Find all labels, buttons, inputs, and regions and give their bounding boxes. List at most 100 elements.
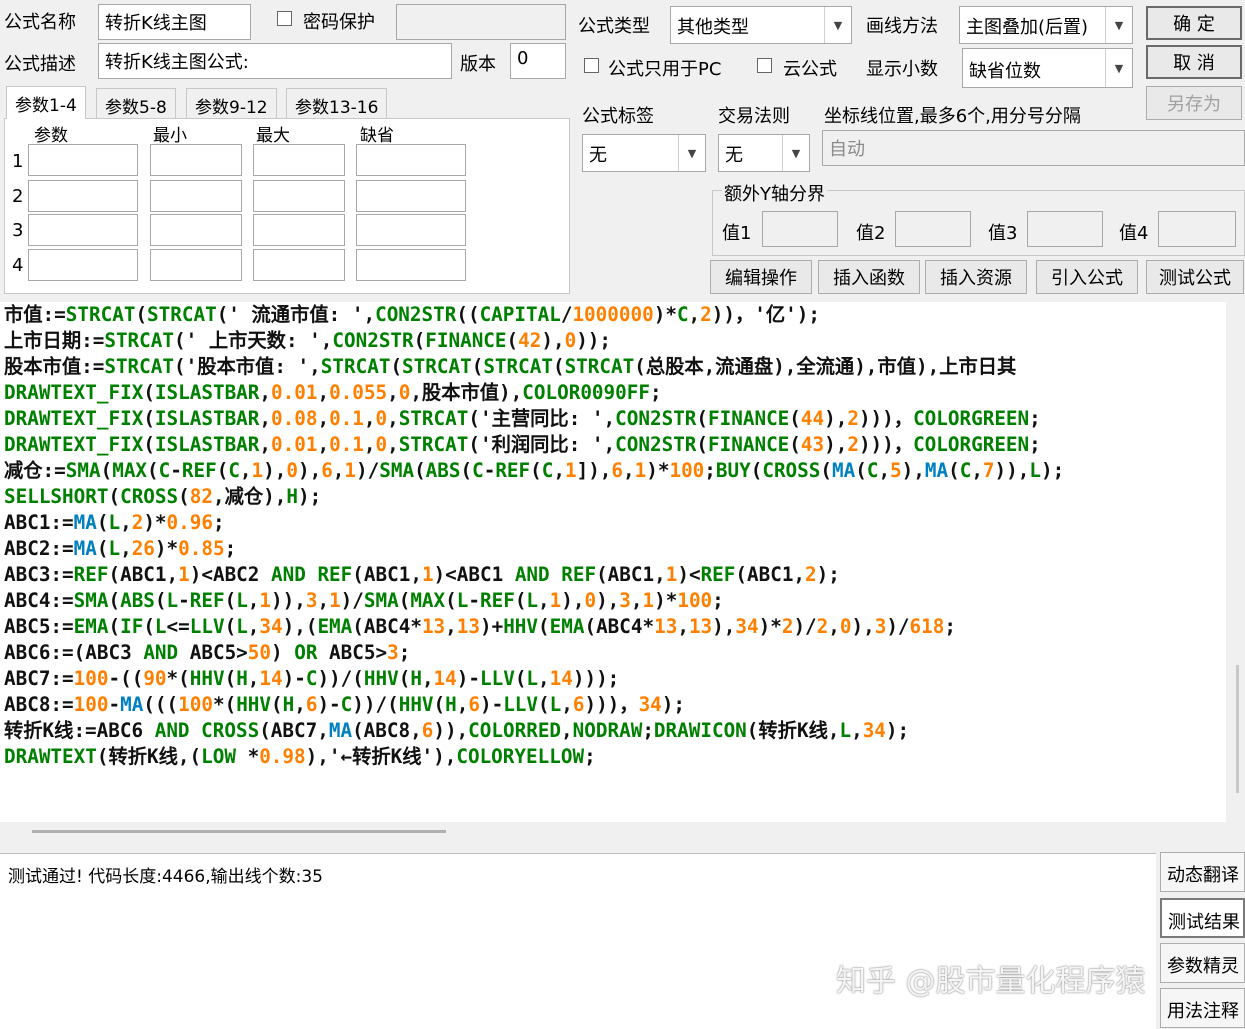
param-default-input[interactable] — [356, 180, 466, 212]
code-line: ABC7:=100-((90*(HHV(H,14)-C))/(HHV(H,14)… — [4, 667, 620, 690]
trade-rule-select[interactable]: 无 ▼ — [718, 134, 810, 172]
tab-params-5-8[interactable]: 参数5-8 — [96, 88, 176, 118]
trade-rule-value: 无 — [725, 145, 743, 166]
param-name-input[interactable] — [28, 214, 138, 246]
axis-position-input[interactable]: 自动 — [822, 130, 1245, 166]
tab-params-1-4[interactable]: 参数1-4 — [6, 86, 86, 119]
edit-operation-button[interactable]: 编辑操作 — [710, 260, 812, 294]
chevron-down-icon[interactable]: ▼ — [824, 7, 851, 43]
ok-button[interactable]: 确 定 — [1146, 6, 1242, 40]
param-header-name: 参数 — [34, 126, 68, 146]
param-default-input[interactable] — [356, 249, 466, 281]
cloud-checkbox[interactable] — [757, 58, 772, 73]
code-line: ABC3:=REF(ABC1,1)<ABC2 AND REF(ABC1,1)<A… — [4, 563, 840, 586]
param-min-input[interactable] — [150, 249, 242, 281]
code-line: DRAWTEXT_FIX(ISLASTBAR,0.01,0.055,0,股本市值… — [4, 381, 662, 404]
pc-only-checkbox[interactable] — [584, 58, 599, 73]
formula-name-input[interactable]: 转折K线主图 — [98, 4, 251, 40]
chevron-down-icon[interactable]: ▼ — [1105, 49, 1132, 87]
code-line: ABC6:=(ABC3 AND ABC5>50) OR ABC5>3; — [4, 641, 411, 664]
param-name-input[interactable] — [28, 249, 138, 281]
param-default-input[interactable] — [356, 144, 466, 176]
param-row-index: 3 — [12, 220, 24, 241]
y-value1-label: 值1 — [722, 223, 752, 244]
chevron-down-icon[interactable]: ▼ — [678, 135, 705, 171]
output-panel: 测试通过! 代码长度:4466,输出线个数:35 — [0, 853, 1156, 1029]
param-header-min: 最小 — [153, 126, 187, 146]
password-input[interactable] — [396, 4, 566, 40]
usage-notes-button[interactable]: 用法注释 — [1160, 988, 1245, 1028]
draw-method-select[interactable]: 主图叠加(后置) ▼ — [959, 6, 1133, 44]
test-result-button[interactable]: 测试结果 — [1160, 898, 1245, 938]
axis-position-label: 坐标线位置,最多6个,用分号分隔 — [824, 106, 1081, 127]
formula-name-label: 公式名称 — [4, 12, 76, 33]
param-default-input[interactable] — [356, 214, 466, 246]
formula-tag-value: 无 — [589, 145, 607, 166]
formula-type-value: 其他类型 — [677, 17, 749, 38]
y-value4-input[interactable] — [1158, 211, 1236, 247]
y-value2-label: 值2 — [856, 223, 886, 244]
cancel-button[interactable]: 取 消 — [1146, 45, 1242, 79]
chevron-down-icon[interactable]: ▼ — [782, 135, 809, 171]
formula-desc-input[interactable]: 转折K线主图公式: — [98, 43, 452, 79]
tab-params-9-12[interactable]: 参数9-12 — [186, 88, 277, 118]
version-input[interactable]: 0 — [510, 43, 566, 79]
code-line: ABC4:=SMA(ABS(L-REF(L,1)),3,1)/SMA(MAX(L… — [4, 589, 724, 612]
param-max-input[interactable] — [253, 180, 345, 212]
y-value3-label: 值3 — [988, 223, 1018, 244]
decimal-value: 缺省位数 — [969, 61, 1041, 82]
chevron-down-icon[interactable]: ▼ — [1105, 7, 1132, 43]
dynamic-translate-button[interactable]: 动态翻译 — [1160, 852, 1245, 892]
password-checkbox[interactable] — [277, 11, 292, 26]
formula-desc-label: 公式描述 — [4, 54, 76, 75]
insert-resource-button[interactable]: 插入资源 — [925, 260, 1027, 294]
decimal-label: 显示小数 — [866, 59, 938, 80]
vertical-scrollbar[interactable] — [1236, 665, 1239, 793]
y-value4-label: 值4 — [1119, 223, 1149, 244]
param-max-input[interactable] — [253, 214, 345, 246]
y-value1-input[interactable] — [762, 211, 838, 247]
y-value3-input[interactable] — [1027, 211, 1103, 247]
param-max-input[interactable] — [253, 249, 345, 281]
test-result-text: 测试通过! 代码长度:4466,输出线个数:35 — [8, 867, 323, 887]
formula-type-select[interactable]: 其他类型 ▼ — [670, 6, 852, 44]
param-max-input[interactable] — [253, 144, 345, 176]
draw-method-value: 主图叠加(后置) — [966, 17, 1089, 38]
insert-function-button[interactable]: 插入函数 — [818, 260, 920, 294]
draw-method-label: 画线方法 — [866, 16, 938, 37]
param-header-max: 最大 — [256, 126, 290, 146]
code-line: 上市日期:=STRCAT(' 上市天数: ',CON2STR(FINANCE(4… — [4, 329, 612, 352]
pc-only-label: 公式只用于PC — [608, 59, 722, 80]
code-line: ABC8:=100-MA(((100*(HHV(H,6)-C))/(HHV(H,… — [4, 693, 686, 716]
param-header-default: 缺省 — [360, 126, 394, 146]
code-line: ABC1:=MA(L,2)*0.96; — [4, 511, 225, 534]
param-name-input[interactable] — [28, 180, 138, 212]
param-name-input[interactable] — [28, 144, 138, 176]
code-line: 股本市值:=STRCAT('股本市值: ',STRCAT(STRCAT(STRC… — [4, 355, 1017, 378]
y-value2-input[interactable] — [895, 211, 971, 247]
trade-rule-label: 交易法则 — [718, 106, 790, 127]
horizontal-scrollbar[interactable] — [32, 830, 446, 833]
code-line: 转折K线:=ABC6 AND CROSS(ABC7,MA(ABC8,6)),CO… — [4, 719, 910, 742]
formula-type-label: 公式类型 — [578, 16, 650, 37]
code-editor[interactable]: 市值:=STRCAT(STRCAT(' 流通市值: ',CON2STR((CAP… — [0, 302, 1226, 822]
password-label: 密码保护 — [303, 12, 375, 33]
import-formula-button[interactable]: 引入公式 — [1036, 260, 1138, 294]
decimal-select[interactable]: 缺省位数 ▼ — [962, 48, 1133, 88]
save-as-button[interactable]: 另存为 — [1146, 86, 1242, 120]
param-min-input[interactable] — [150, 144, 242, 176]
formula-tag-select[interactable]: 无 ▼ — [582, 134, 706, 172]
code-line: SELLSHORT(CROSS(82,减仓),H); — [4, 485, 322, 508]
code-line: DRAWTEXT_FIX(ISLASTBAR,0.08,0.1,0,STRCAT… — [4, 407, 1041, 430]
version-label: 版本 — [460, 54, 496, 75]
code-line: DRAWTEXT(转折K线,(LOW *0.98),'←转折K线'),COLOR… — [4, 745, 596, 768]
param-min-input[interactable] — [150, 180, 242, 212]
param-min-input[interactable] — [150, 214, 242, 246]
param-wizard-button[interactable]: 参数精灵 — [1160, 943, 1245, 983]
param-row-index: 2 — [12, 186, 24, 207]
test-formula-button[interactable]: 测试公式 — [1146, 260, 1244, 294]
code-line: 减仓:=SMA(MAX(C-REF(C,1),0),6,1)/SMA(ABS(C… — [4, 459, 1065, 482]
extra-y-axis-label: 额外Y轴分界 — [722, 180, 827, 206]
watermark: 知乎 @股市量化程序猿 — [836, 964, 1146, 999]
tab-params-13-16[interactable]: 参数13-16 — [286, 88, 388, 118]
